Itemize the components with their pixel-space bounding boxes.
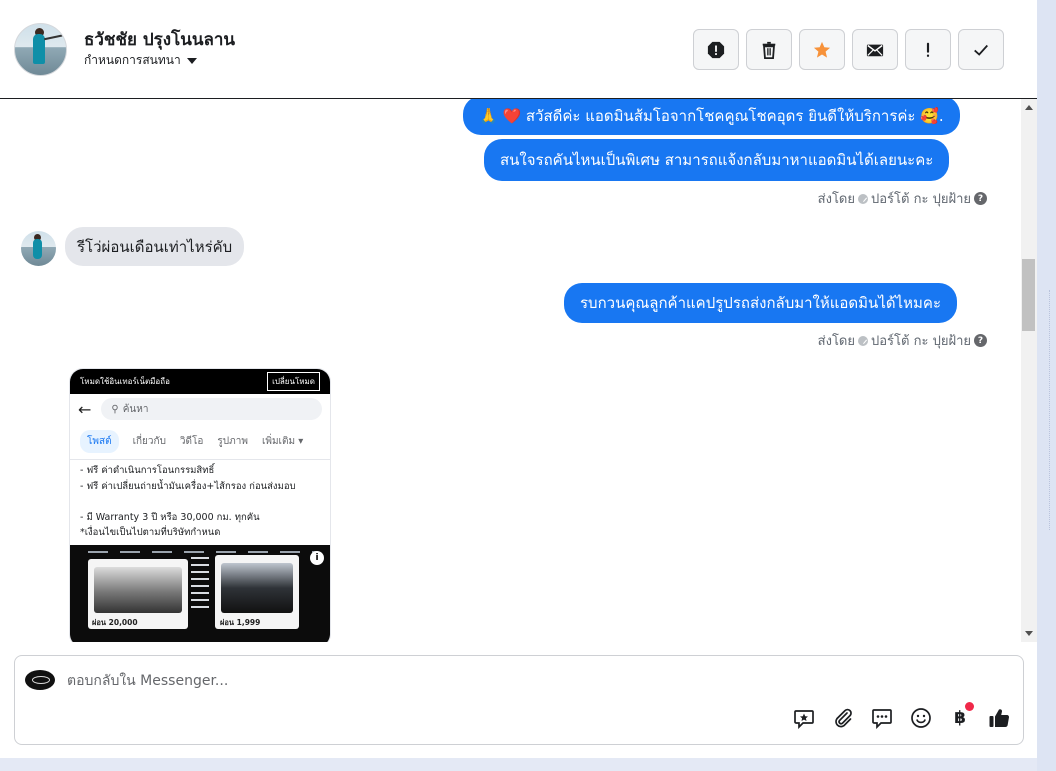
- info-icon: i: [310, 551, 324, 565]
- sender-name[interactable]: ปอร์โต้ กะ ปุยฝ้าย: [871, 330, 971, 351]
- verified-icon: [858, 335, 868, 346]
- sender-name[interactable]: ปอร์โต้ กะ ปุยฝ้าย: [871, 188, 971, 209]
- baht-payment-icon: ฿: [954, 708, 966, 728]
- sent-by-prefix: ส่งโดย: [817, 334, 855, 349]
- mark-done-button[interactable]: [958, 29, 1004, 70]
- page-background-strip: [1037, 0, 1056, 771]
- reply-input[interactable]: [67, 670, 767, 692]
- attachment-status-bar: โหมดใช้อินเทอร์เน็ตมือถือ เปลี่ยนโหมด: [70, 369, 330, 394]
- attachment-tab: เกี่ยวกับ: [132, 436, 166, 447]
- attachment-tab: วิดีโอ: [179, 436, 204, 447]
- outgoing-message[interactable]: สนใจรถคันไหนเป็นพิเศษ สามารถแจ้งกลับมาหา…: [484, 139, 950, 181]
- follow-up-button[interactable]: [905, 29, 951, 70]
- trash-icon: [762, 41, 776, 59]
- photo-stripes: [191, 557, 209, 609]
- car-price-label: ผ่อน 1,999: [220, 618, 261, 627]
- like-button[interactable]: [987, 706, 1011, 730]
- photo-dash-line: [88, 551, 318, 553]
- incoming-message[interactable]: รีโว่ผ่อนเดือนเท่าไหร่คับ: [65, 227, 245, 266]
- car-exterior-image: [221, 563, 293, 613]
- scroll-down-arrow-icon[interactable]: [1025, 631, 1033, 636]
- help-icon[interactable]: ?: [974, 334, 987, 347]
- alert-octagon-icon: [707, 41, 725, 58]
- attachment-tab: โพสต์: [80, 430, 119, 453]
- scroll-thumb[interactable]: [1022, 259, 1035, 331]
- attachment-icon: [835, 708, 852, 728]
- sent-by-prefix: ส่งโดย: [817, 192, 855, 207]
- image-attachment[interactable]: โหมดใช้อินเทอร์เน็ตมือถือ เปลี่ยนโหมด ← …: [69, 368, 331, 642]
- car-price-label: ผ่อน 20,000: [92, 618, 138, 627]
- thumbs-up-icon: [989, 709, 1010, 728]
- message-list[interactable]: 🙏 ❤️ สวัสดีค่ะ แอดมินส้มโอจากโชคคูณโชคอุ…: [0, 99, 1021, 642]
- sent-by-label: ส่งโดย ปอร์โต้ กะ ปุยฝ้าย ?: [818, 330, 987, 351]
- message-scrollbar[interactable]: [1021, 99, 1037, 642]
- car-interior-image: [94, 567, 182, 613]
- attachment-car-photo: ผ่อน 20,000 ผ่อน 1,999 i: [70, 545, 330, 642]
- contact-avatar-small[interactable]: [21, 231, 56, 266]
- search-icon: ⚲: [111, 403, 119, 415]
- chat-bubbles-icon: [872, 709, 892, 729]
- contact-name[interactable]: ธวัชชัย ปรุงโนนลาน: [84, 26, 235, 53]
- header-actions: [693, 29, 1004, 70]
- delete-button[interactable]: [746, 29, 792, 70]
- attachment-post-text: - ฟรี ค่าดำเนินการโอนกรรมสิทธิ์ - ฟรี ค่…: [70, 460, 330, 544]
- outgoing-message[interactable]: 🙏 ❤️ สวัสดีค่ะ แอดมินส้มโอจากโชคคูณโชคอุ…: [463, 99, 960, 135]
- outgoing-message[interactable]: รบกวนคุณลูกค้าแคปรูปรถส่งกลับมาให้แอดมิน…: [564, 283, 958, 323]
- conversation-header: ธวัชชัย ปรุงโนนลาน กำหนดการสนทนา: [0, 0, 1037, 99]
- composer-tools: ฿: [792, 702, 1011, 730]
- saved-reply-icon: [794, 710, 814, 729]
- back-arrow-icon: ←: [78, 399, 92, 419]
- scroll-up-arrow-icon[interactable]: [1025, 105, 1033, 110]
- mark-unread-button[interactable]: [852, 29, 898, 70]
- post-line: - มี Warranty 3 ปี หรือ 30,000 กม. ทุกคั…: [80, 511, 260, 523]
- verified-icon: [858, 193, 868, 204]
- notification-dot: [965, 702, 974, 711]
- payment-button[interactable]: ฿: [948, 702, 974, 730]
- exclamation-icon: [926, 42, 930, 57]
- saved-reply-button[interactable]: [792, 706, 816, 730]
- page-logo-avatar: [25, 670, 55, 690]
- sent-by-label: ส่งโดย ปอร์โต้ กะ ปุยฝ้าย ?: [818, 188, 987, 209]
- attachment-search-placeholder: ค้นหา: [122, 403, 149, 415]
- star-icon: [813, 41, 831, 58]
- contact-avatar[interactable]: [14, 23, 67, 76]
- mark-spam-button[interactable]: [693, 29, 739, 70]
- reply-composer: ฿: [14, 655, 1024, 745]
- check-icon: [974, 44, 988, 56]
- attachment-mode-button: เปลี่ยนโหมด: [267, 372, 320, 391]
- post-line: [80, 494, 320, 510]
- post-line: - ฟรี ค่าดำเนินการโอนกรรมสิทธิ์: [80, 465, 215, 476]
- attachment-search-bar: ← ⚲ ค้นหา: [70, 394, 330, 424]
- help-icon[interactable]: ?: [974, 192, 987, 205]
- attachment-mode-text: โหมดใช้อินเทอร์เน็ตมือถือ: [80, 377, 170, 386]
- emoji-icon: [911, 708, 931, 728]
- assign-conversation-dropdown[interactable]: กำหนดการสนทนา: [84, 51, 197, 70]
- quick-replies-button[interactable]: [870, 706, 894, 730]
- envelope-icon: [866, 44, 884, 56]
- assign-label: กำหนดการสนทนา: [84, 53, 181, 67]
- attachment-tabs: โพสต์ เกี่ยวกับ วิดีโอ รูปภาพ เพิ่มเติม …: [70, 424, 330, 460]
- caret-down-icon: [186, 57, 197, 64]
- emoji-button[interactable]: [909, 706, 933, 730]
- conversation-panel: ธวัชชัย ปรุงโนนลาน กำหนดการสนทนา 🙏 ❤️ สว…: [0, 0, 1037, 758]
- attachment-search-box: ⚲ ค้นหา: [101, 398, 322, 420]
- post-line: *เงื่อนไขเป็นไปตามที่บริษัทกำหนด: [80, 527, 221, 538]
- attachment-tab: รูปภาพ: [217, 436, 248, 447]
- attach-file-button[interactable]: [831, 706, 855, 730]
- star-button[interactable]: [799, 29, 845, 70]
- post-line: - ฟรี ค่าเปลี่ยนถ่ายน้ำมันเครื่อง+ไส้กรอ…: [80, 480, 296, 492]
- attachment-tab: เพิ่มเติม ▾: [261, 436, 304, 447]
